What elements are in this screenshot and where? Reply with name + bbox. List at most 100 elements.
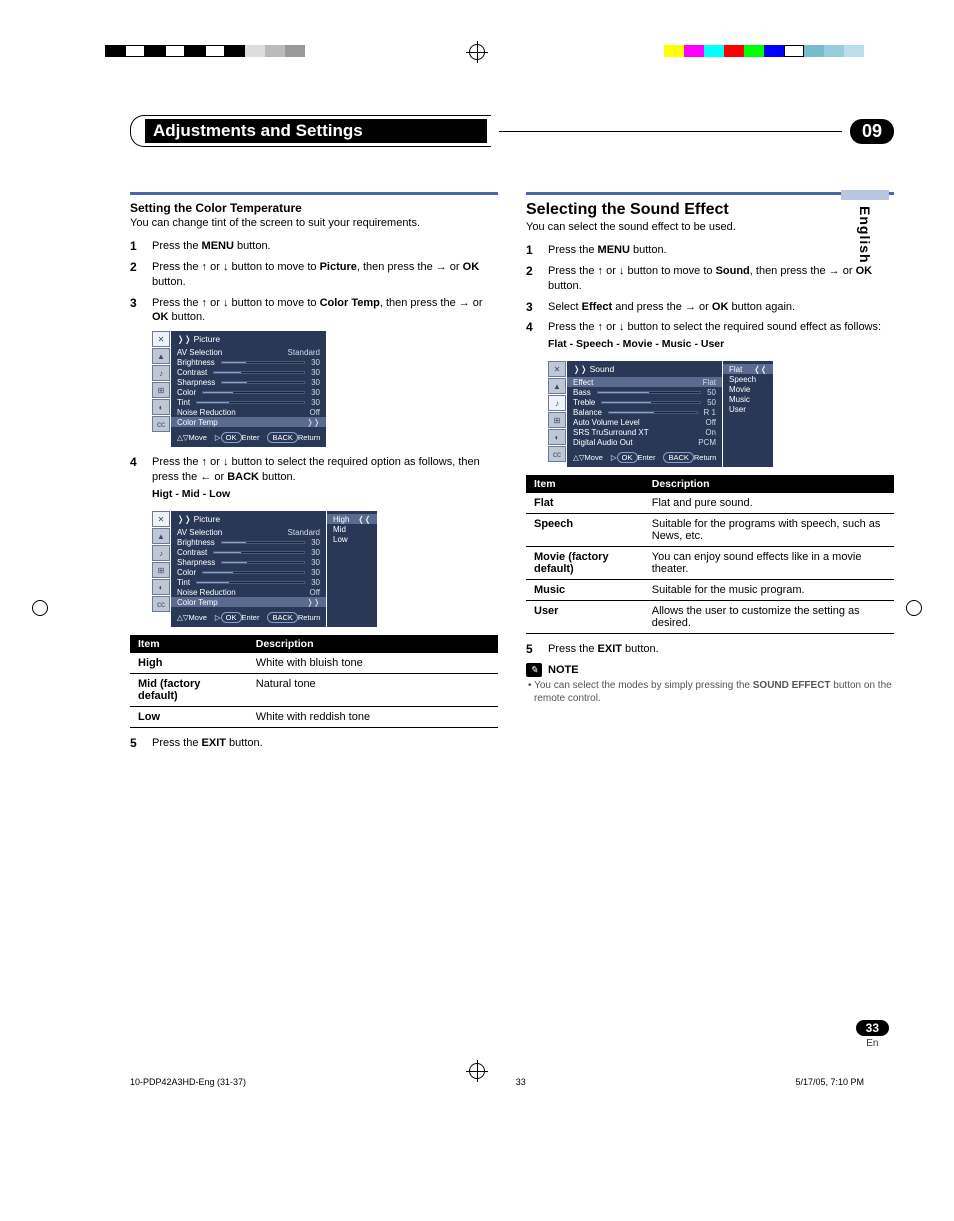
- step-number: 4: [526, 320, 538, 355]
- osd-row: EffectFlat: [567, 377, 722, 387]
- osd-row: Contrast30: [177, 367, 320, 377]
- right-column: Selecting the Sound Effect You can selec…: [526, 192, 894, 757]
- table-row: Movie (factory default)You can enjoy sou…: [526, 547, 894, 580]
- step-number: 2: [130, 260, 142, 290]
- osd-row: Color Temp❭❭: [171, 417, 326, 427]
- step-item: 4 Press the ↑ or ↓ button to select the …: [130, 455, 498, 505]
- osd-title: ❭❭ Sound: [573, 364, 716, 375]
- osd-screenshot: ✕ ▲ ♪ ⊞ ◐ cc ❭❭ Picture AV SelectionStan…: [152, 511, 498, 627]
- osd-row: Brightness30: [177, 357, 320, 367]
- osd-tab-icon: ♪: [152, 365, 170, 381]
- language-label: English: [857, 206, 873, 264]
- osd-panel: ❭❭ Picture AV SelectionStandardBrightnes…: [171, 331, 326, 447]
- osd-option: Speech: [729, 374, 767, 384]
- footer-file: 10-PDP42A3HD-Eng (31-37): [130, 1077, 246, 1087]
- osd-row: Sharpness30: [177, 557, 320, 567]
- osd-tab-icon: cc: [152, 596, 170, 612]
- osd-row: Treble50: [573, 397, 716, 407]
- table-row: FlatFlat and pure sound.: [526, 493, 894, 514]
- tab-accent: [841, 190, 889, 200]
- osd-tab-icon: ✕: [152, 331, 170, 347]
- osd-panel: ❭❭ Picture AV SelectionStandardBrightnes…: [171, 511, 326, 627]
- osd-row: Noise ReductionOff: [177, 587, 320, 597]
- step-number: 5: [130, 736, 142, 751]
- osd-option: Flat❬❬: [723, 364, 773, 374]
- osd-row: BalanceR 1: [573, 407, 716, 417]
- step-text: Press the EXIT button.: [548, 642, 894, 657]
- osd-tab-icon: cc: [548, 446, 566, 462]
- step-text: Press the ↑ or ↓ button to select the re…: [152, 455, 498, 505]
- description-table: ItemDescription FlatFlat and pure sound.…: [526, 475, 894, 634]
- osd-submenu: Flat❬❬ Speech Movie Music User: [723, 361, 773, 467]
- osd-tab-icon: ♪: [548, 395, 566, 411]
- section-heading: Selecting the Sound Effect: [526, 201, 894, 219]
- header-frame: Adjustments and Settings: [130, 115, 491, 147]
- crop-marks: [0, 0, 954, 60]
- osd-tab-icon: ◐: [548, 429, 566, 445]
- step-number: 5: [526, 642, 538, 657]
- footer-page: 33: [516, 1077, 526, 1087]
- osd-tab-icon: ◐: [152, 579, 170, 595]
- osd-tab-icon: ✕: [152, 511, 170, 527]
- step-text: Press the MENU button.: [152, 239, 498, 254]
- table-row: MusicSuitable for the music program.: [526, 580, 894, 601]
- osd-tab-icon: ▲: [152, 348, 170, 364]
- osd-footer: △▽Move ▷OKEnter BACKReturn: [177, 433, 320, 442]
- page-lang: En: [856, 1038, 889, 1049]
- description-table: ItemDescription HighWhite with bluish to…: [130, 635, 498, 728]
- osd-row: Color30: [177, 387, 320, 397]
- osd-row: Digital Audio OutPCM: [573, 437, 716, 447]
- step-text: Press the ↑ or ↓ button to move to Sound…: [548, 264, 894, 294]
- table-row: LowWhite with reddish tone: [130, 707, 498, 728]
- left-column: Setting the Color Temperature You can ch…: [130, 192, 498, 757]
- osd-footer: △▽Move ▷OKEnter BACKReturn: [573, 453, 716, 462]
- print-footer: 10-PDP42A3HD-Eng (31-37) 33 5/17/05, 7:1…: [130, 1077, 894, 1087]
- color-bar-right: [664, 45, 864, 57]
- step-text: Press the ↑ or ↓ button to move to Pictu…: [152, 260, 498, 290]
- page-badge: 33 En: [856, 1020, 889, 1049]
- content-columns: Setting the Color Temperature You can ch…: [130, 192, 894, 757]
- table-header: Item: [526, 475, 644, 493]
- page-number: 33: [856, 1020, 889, 1036]
- subsection-title: Setting the Color Temperature: [130, 201, 498, 215]
- intro-text: You can change tint of the screen to sui…: [130, 217, 498, 229]
- osd-tab-icon: ◐: [152, 399, 170, 415]
- step-item: 3 Press the ↑ or ↓ button to move to Col…: [130, 296, 498, 326]
- osd-row: Tint30: [177, 397, 320, 407]
- osd-row: AV SelectionStandard: [177, 527, 320, 537]
- footer-date: 5/17/05, 7:10 PM: [795, 1077, 864, 1087]
- osd-footer: △▽Move ▷OKEnter BACKReturn: [177, 613, 320, 622]
- table-row: HighWhite with bluish tone: [130, 653, 498, 674]
- osd-option: Music: [729, 394, 767, 404]
- header-rule: [499, 131, 841, 132]
- page: Adjustments and Settings 09 Setting the …: [0, 0, 954, 1107]
- step-number: 1: [130, 239, 142, 254]
- steps-list: 5 Press the EXIT button.: [526, 642, 894, 657]
- osd-tab-icon: ♪: [152, 545, 170, 561]
- osd-row: Brightness30: [177, 537, 320, 547]
- osd-row: Noise ReductionOff: [177, 407, 320, 417]
- table-header: Item: [130, 635, 248, 653]
- osd-row: Sharpness30: [177, 377, 320, 387]
- language-tab: English: [841, 190, 889, 264]
- table-row: SpeechSuitable for the programs with spe…: [526, 514, 894, 547]
- osd-side-tabs: ✕ ▲ ♪ ⊞ ◐ cc: [152, 511, 170, 627]
- step-text: Select Effect and press the → or OK butt…: [548, 300, 894, 315]
- osd-screenshot: ✕ ▲ ♪ ⊞ ◐ cc ❭❭ Sound EffectFlatBass50Tr…: [548, 361, 894, 467]
- registration-mark-icon: [469, 1063, 485, 1079]
- pencil-icon: ✎: [526, 663, 542, 677]
- steps-list: 5 Press the EXIT button.: [130, 736, 498, 751]
- osd-row: Color30: [177, 567, 320, 577]
- osd-row: Tint30: [177, 577, 320, 587]
- osd-submenu: High❬❬ Mid Low: [327, 511, 377, 627]
- registration-mark-icon: [32, 600, 48, 616]
- step-text: Press the ↑ or ↓ button to move to Color…: [152, 296, 498, 326]
- osd-option: Mid: [333, 524, 371, 534]
- step-item: 4 Press the ↑ or ↓ button to select the …: [526, 320, 894, 355]
- osd-side-tabs: ✕ ▲ ♪ ⊞ ◐ cc: [548, 361, 566, 467]
- accent-bar: [130, 192, 498, 195]
- osd-screenshot: ✕ ▲ ♪ ⊞ ◐ cc ❭❭ Picture AV SelectionStan…: [152, 331, 498, 447]
- osd-title: ❭❭ Picture: [177, 334, 320, 345]
- osd-tab-icon: ▲: [548, 378, 566, 394]
- section-header: Adjustments and Settings 09: [130, 115, 894, 147]
